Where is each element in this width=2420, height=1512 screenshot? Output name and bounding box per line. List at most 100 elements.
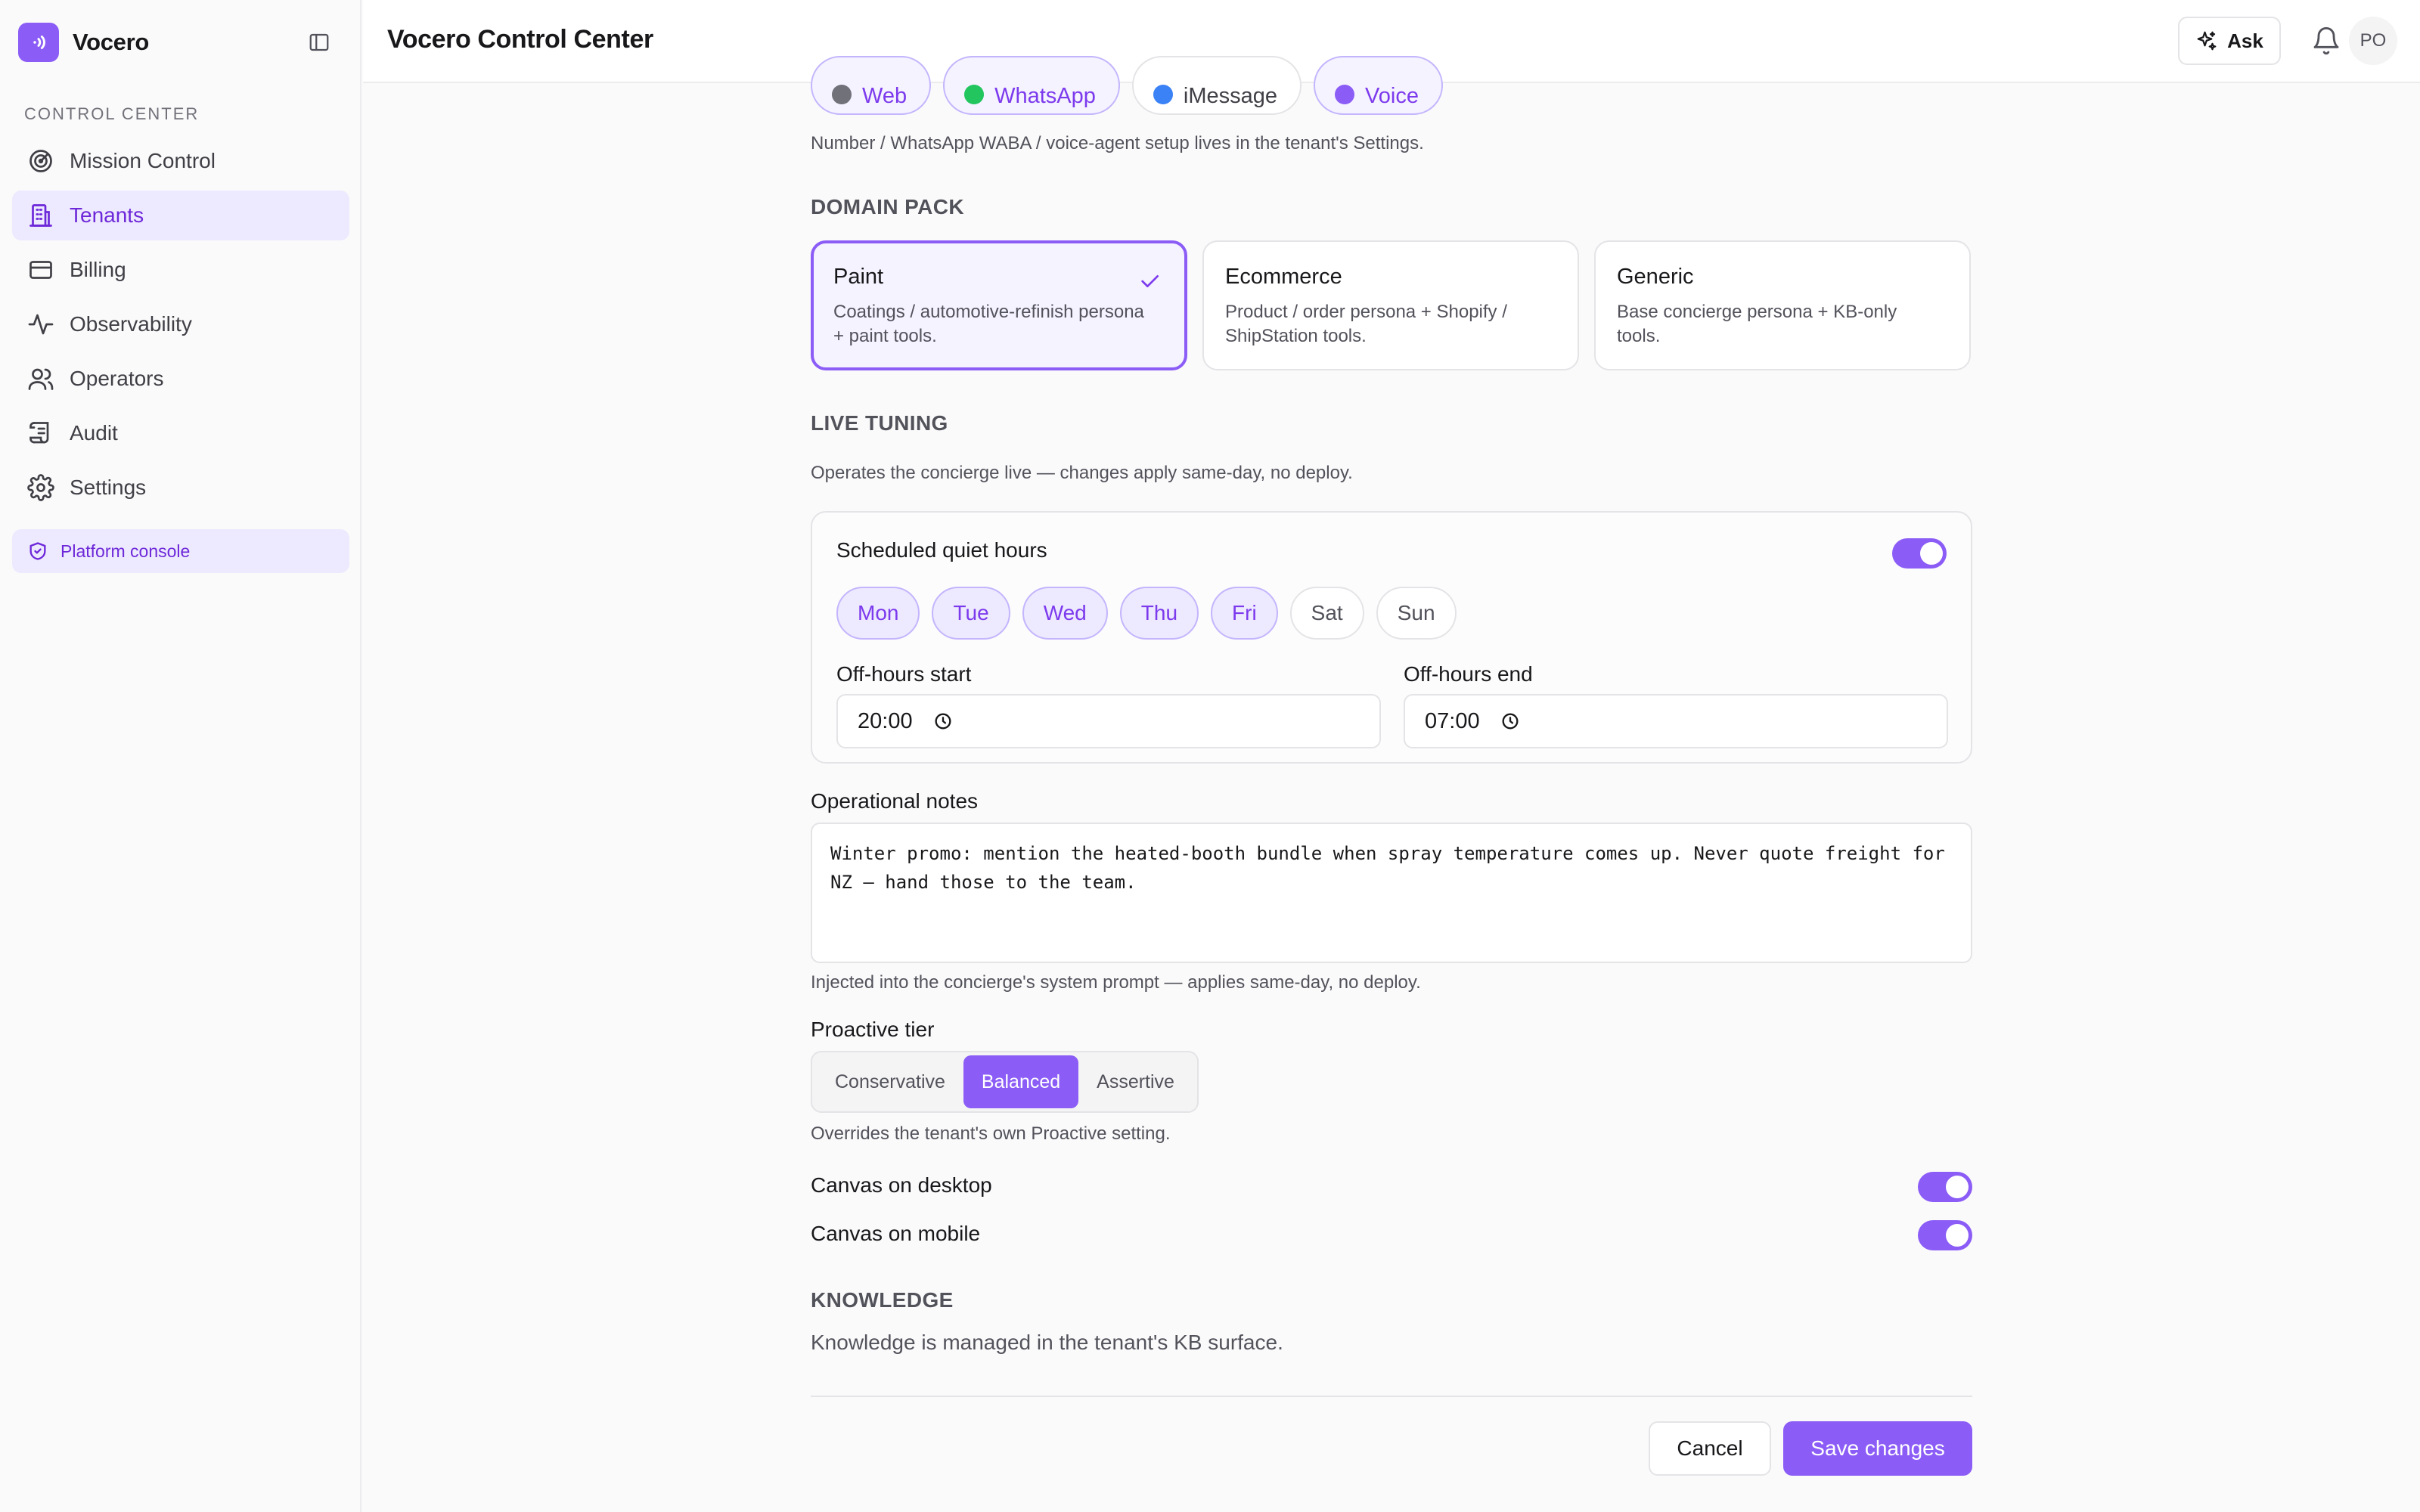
- channel-chip-whatsapp[interactable]: WhatsApp: [943, 56, 1120, 115]
- proactive-tier-help: Overrides the tenant's own Proactive set…: [811, 1123, 1171, 1144]
- sidebar-item-audit[interactable]: Audit: [12, 408, 349, 458]
- activity-icon: [28, 314, 54, 335]
- off-hours-start-input[interactable]: 20:00: [836, 694, 1381, 748]
- brand[interactable]: Vocero: [18, 23, 149, 62]
- whatsapp-icon: [964, 85, 985, 104]
- brand-name: Vocero: [73, 29, 149, 55]
- operational-notes-help: Injected into the concierge's system pro…: [811, 972, 1421, 993]
- time-value: 20:00: [858, 708, 913, 733]
- pack-desc: Base concierge persona + KB-only tools.: [1617, 302, 1897, 346]
- canvas-mobile-toggle[interactable]: [1918, 1220, 1972, 1250]
- sidebar-item-label: Observability: [70, 312, 192, 336]
- page-title: Vocero Control Center: [387, 25, 653, 54]
- knowledge-heading: KNOWLEDGE: [811, 1288, 954, 1312]
- sidebar-item-billing[interactable]: Billing: [12, 245, 349, 295]
- platform-console-link[interactable]: Platform console: [12, 529, 349, 573]
- quiet-hours-days: Mon Tue Wed Thu Fri Sat Sun: [836, 587, 1457, 640]
- sidebar-item-settings[interactable]: Settings: [12, 463, 349, 513]
- domain-pack-ecommerce[interactable]: Ecommerce Product / order persona + Shop…: [1202, 240, 1579, 370]
- cancel-button[interactable]: Cancel: [1649, 1421, 1771, 1476]
- sidebar-toggle-icon[interactable]: [306, 29, 333, 56]
- ask-button[interactable]: Ask: [2178, 17, 2281, 65]
- sidebar-nav: Mission Control Tenants Billing Observab…: [12, 136, 349, 517]
- channel-label: Voice: [1365, 83, 1419, 108]
- canvas-desktop-label: Canvas on desktop: [811, 1173, 992, 1197]
- canvas-mobile-label: Canvas on mobile: [811, 1222, 981, 1245]
- clock-icon: [935, 713, 951, 730]
- sidebar-item-label: Settings: [70, 476, 147, 499]
- off-hours-end-label: Off-hours end: [1404, 662, 1533, 686]
- domain-pack-heading: DOMAIN PACK: [811, 195, 964, 218]
- voice-icon: [1335, 85, 1355, 104]
- day-sat[interactable]: Sat: [1289, 587, 1364, 640]
- globe-icon: [832, 85, 852, 104]
- pack-desc: Coatings / automotive-refinish persona +…: [833, 302, 1144, 346]
- off-hours-start-label: Off-hours start: [836, 662, 972, 686]
- quiet-hours-card: Scheduled quiet hours Mon Tue Wed Thu Fr…: [811, 511, 1972, 764]
- sidebar-item-operators[interactable]: Operators: [12, 354, 349, 404]
- check-icon: [1141, 275, 1159, 287]
- proactive-conservative[interactable]: Conservative: [817, 1055, 963, 1108]
- proactive-tier-segmented: Conservative Balanced Assertive: [811, 1051, 1199, 1113]
- form-divider: [811, 1396, 1972, 1397]
- imessage-icon: [1153, 85, 1173, 104]
- sidebar-item-tenants[interactable]: Tenants: [12, 191, 349, 240]
- channel-chip-web[interactable]: Web: [811, 56, 932, 115]
- off-hours-end-input[interactable]: 07:00: [1404, 694, 1948, 748]
- quiet-hours-label: Scheduled quiet hours: [836, 538, 1047, 562]
- gear-icon: [27, 474, 54, 501]
- channels-help: Number / WhatsApp WABA / voice-agent set…: [811, 133, 1424, 153]
- sidebar-item-observability[interactable]: Observability: [12, 299, 349, 349]
- live-tuning-heading: LIVE TUNING: [811, 411, 948, 435]
- domain-pack-options: Paint Coatings / automotive-refinish per…: [811, 240, 1971, 370]
- users-icon: [28, 368, 54, 390]
- bell-icon[interactable]: [2311, 26, 2341, 56]
- channel-label: Web: [862, 83, 908, 108]
- sidebar: Vocero CONTROL CENTER Mission Control Te…: [0, 0, 361, 1512]
- scroll-icon: [29, 422, 49, 444]
- proactive-tier-label: Proactive tier: [811, 1018, 935, 1041]
- credit-card-icon: [29, 261, 52, 279]
- sidebar-item-label: Audit: [70, 421, 118, 445]
- proactive-balanced[interactable]: Balanced: [963, 1055, 1079, 1108]
- channel-chip-voice[interactable]: Voice: [1314, 56, 1443, 115]
- domain-pack-paint[interactable]: Paint Coatings / automotive-refinish per…: [811, 240, 1187, 370]
- channel-label: iMessage: [1183, 83, 1278, 108]
- operational-notes-textarea[interactable]: Winter promo: mention the heated-booth b…: [811, 823, 1972, 963]
- pack-desc: Product / order persona + Shopify / Ship…: [1225, 302, 1507, 346]
- proactive-assertive[interactable]: Assertive: [1078, 1055, 1193, 1108]
- canvas-desktop-toggle[interactable]: [1918, 1172, 1972, 1202]
- quiet-hours-toggle[interactable]: [1892, 538, 1947, 569]
- radar-icon: [29, 150, 52, 172]
- ask-label: Ask: [2227, 29, 2263, 52]
- day-sun[interactable]: Sun: [1376, 587, 1457, 640]
- channel-chips: Web WhatsApp iMessage Voice: [811, 56, 1443, 115]
- day-thu[interactable]: Thu: [1119, 587, 1199, 640]
- time-value: 07:00: [1425, 708, 1480, 733]
- live-tuning-subtitle: Operates the concierge live — changes ap…: [811, 463, 1353, 483]
- pack-name: Ecommerce: [1225, 265, 1342, 289]
- sidebar-item-label: Operators: [70, 367, 164, 390]
- sidebar-item-mission-control[interactable]: Mission Control: [12, 136, 349, 186]
- sidebar-item-label: Billing: [70, 258, 126, 281]
- day-tue[interactable]: Tue: [932, 587, 1010, 640]
- channel-chip-imessage[interactable]: iMessage: [1131, 56, 1302, 115]
- building-icon: [29, 204, 52, 227]
- avatar[interactable]: PO: [2349, 17, 2397, 65]
- vocero-logo-icon: [18, 23, 59, 62]
- sidebar-item-label: Mission Control: [70, 149, 216, 172]
- domain-pack-generic[interactable]: Generic Base concierge persona + KB-only…: [1594, 240, 1971, 370]
- day-fri[interactable]: Fri: [1211, 587, 1278, 640]
- shield-check-icon: [29, 542, 46, 560]
- sidebar-item-label: Tenants: [70, 203, 144, 227]
- sidebar-section-label: CONTROL CENTER: [24, 104, 200, 123]
- knowledge-text: Knowledge is managed in the tenant's KB …: [811, 1331, 1283, 1354]
- day-mon[interactable]: Mon: [836, 587, 920, 640]
- sparkles-icon: [2197, 31, 2217, 51]
- channel-label: WhatsApp: [994, 83, 1096, 108]
- clock-icon: [1502, 713, 1519, 730]
- save-changes-button[interactable]: Save changes: [1783, 1421, 1972, 1476]
- day-wed[interactable]: Wed: [1022, 587, 1108, 640]
- platform-console-label: Platform console: [60, 541, 191, 561]
- pack-name: Generic: [1617, 265, 1694, 289]
